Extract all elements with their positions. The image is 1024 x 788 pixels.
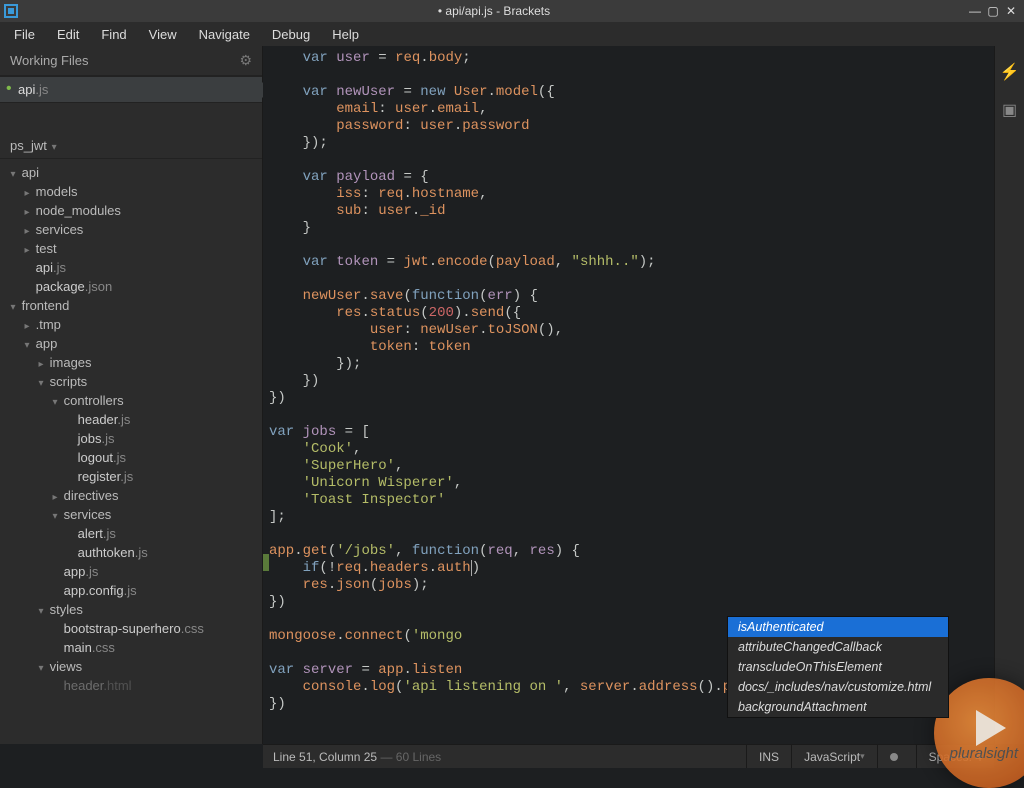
sidebar: Working Files ⚙ api.js ps_jwt ▾ ▾ api▸ m… — [0, 46, 263, 744]
caret-down-icon: ▾ — [36, 606, 46, 617]
project-root[interactable]: ps_jwt ▾ — [0, 133, 262, 159]
tree-file[interactable]: package.json — [0, 277, 262, 296]
caret-down-icon: ▾ — [50, 397, 60, 408]
tree-folder[interactable]: ▾ views — [0, 657, 262, 676]
tree-folder[interactable]: ▾ controllers — [0, 391, 262, 410]
menu-debug[interactable]: Debug — [262, 25, 320, 44]
live-preview-icon[interactable]: ⚡ — [1000, 62, 1020, 82]
tree-folder[interactable]: ▸ test — [0, 239, 262, 258]
tree-folder[interactable]: ▸ .tmp — [0, 315, 262, 334]
tree-folder[interactable]: ▸ services — [0, 220, 262, 239]
tree-folder[interactable]: ▸ images — [0, 353, 262, 372]
maximize-icon[interactable]: ▢ — [986, 4, 1000, 18]
tree-folder[interactable]: ▾ api — [0, 163, 262, 182]
tree-folder[interactable]: ▾ scripts — [0, 372, 262, 391]
lint-dot-icon — [890, 753, 898, 761]
menu-navigate[interactable]: Navigate — [189, 25, 260, 44]
autocomplete-item[interactable]: attributeChangedCallback — [728, 637, 948, 657]
tree-file[interactable]: jobs.js — [0, 429, 262, 448]
caret-right-icon: ▸ — [50, 492, 60, 503]
autocomplete-item[interactable]: isAuthenticated — [728, 617, 948, 637]
lint-status[interactable] — [877, 745, 916, 768]
working-files-label: Working Files — [10, 53, 89, 68]
tree-file[interactable]: register.js — [0, 467, 262, 486]
tree-folder[interactable]: ▾ services — [0, 505, 262, 524]
app-logo-icon — [2, 2, 20, 20]
close-icon[interactable]: ✕ — [1004, 4, 1018, 18]
tree-file[interactable]: api.js — [0, 258, 262, 277]
gear-icon[interactable]: ⚙ — [239, 52, 252, 69]
indent-settings[interactable]: Spaces: 4 — [916, 745, 994, 768]
autocomplete-item[interactable]: backgroundAttachment — [728, 697, 948, 717]
caret-right-icon: ▸ — [22, 321, 32, 332]
autocomplete-popup: isAuthenticated attributeChangedCallback… — [727, 616, 949, 718]
caret-right-icon: ▸ — [22, 245, 32, 256]
tree-folder[interactable]: ▾ frontend — [0, 296, 262, 315]
tree-file[interactable]: app.js — [0, 562, 262, 581]
tree-file[interactable]: alert.js — [0, 524, 262, 543]
autocomplete-item[interactable]: transcludeOnThisElement — [728, 657, 948, 677]
caret-right-icon: ▸ — [22, 226, 32, 237]
working-files-header: Working Files ⚙ — [0, 46, 262, 76]
language-mode[interactable]: JavaScript ▾ — [791, 745, 877, 768]
menu-help[interactable]: Help — [322, 25, 369, 44]
tree-folder[interactable]: ▾ app — [0, 334, 262, 353]
caret-right-icon: ▸ — [36, 359, 46, 370]
caret-right-icon: ▸ — [22, 207, 32, 218]
editor[interactable]: var user = req.body; var newUser = new U… — [263, 46, 994, 744]
caret-down-icon: ▾ — [8, 302, 18, 313]
menu-view[interactable]: View — [139, 25, 187, 44]
working-file-ext: .js — [35, 82, 48, 97]
tree-file[interactable]: authtoken.js — [0, 543, 262, 562]
chevron-down-icon: ▾ — [49, 142, 57, 153]
tree-file[interactable]: main.css — [0, 638, 262, 657]
window-title: • api/api.js - Brackets — [20, 4, 968, 18]
working-file-name: api — [18, 82, 35, 97]
tree-file[interactable]: logout.js — [0, 448, 262, 467]
autocomplete-item[interactable]: docs/_includes/nav/customize.html — [728, 677, 948, 697]
tree-folder[interactable]: ▾ styles — [0, 600, 262, 619]
cursor-position: Line 51, Column 25 — 60 Lines — [263, 750, 746, 764]
tree-folder[interactable]: ▸ directives — [0, 486, 262, 505]
menu-find[interactable]: Find — [91, 25, 136, 44]
caret-down-icon: ▾ — [22, 340, 32, 351]
tree-folder[interactable]: ▸ node_modules — [0, 201, 262, 220]
tree-folder[interactable]: ▸ models — [0, 182, 262, 201]
file-tree: ▾ api▸ models▸ node_modules▸ services▸ t… — [0, 159, 262, 695]
tree-file[interactable]: header.js — [0, 410, 262, 429]
tree-file[interactable]: bootstrap-superhero.css — [0, 619, 262, 638]
title-bar: • api/api.js - Brackets — ▢ ✕ — [0, 0, 1024, 22]
caret-down-icon: ▾ — [8, 169, 18, 180]
menu-edit[interactable]: Edit — [47, 25, 89, 44]
menu-bar: File Edit Find View Navigate Debug Help — [0, 22, 1024, 46]
caret-right-icon: ▸ — [22, 188, 32, 199]
right-rail: ⚡ ▣ — [994, 46, 1024, 744]
project-root-label: ps_jwt — [10, 138, 47, 153]
caret-down-icon: ▾ — [50, 511, 60, 522]
gutter-mark-icon — [263, 554, 269, 571]
insert-mode[interactable]: INS — [746, 745, 791, 768]
caret-down-icon: ▾ — [36, 378, 46, 389]
minimize-icon[interactable]: — — [968, 4, 982, 18]
menu-file[interactable]: File — [4, 25, 45, 44]
working-file-item[interactable]: api.js — [0, 76, 262, 103]
status-bar: Line 51, Column 25 — 60 Lines INS JavaSc… — [263, 744, 994, 768]
caret-down-icon: ▾ — [36, 663, 46, 674]
extensions-icon[interactable]: ▣ — [1002, 100, 1017, 120]
tree-file[interactable]: app.config.js — [0, 581, 262, 600]
tree-file[interactable]: header.html — [0, 676, 262, 695]
